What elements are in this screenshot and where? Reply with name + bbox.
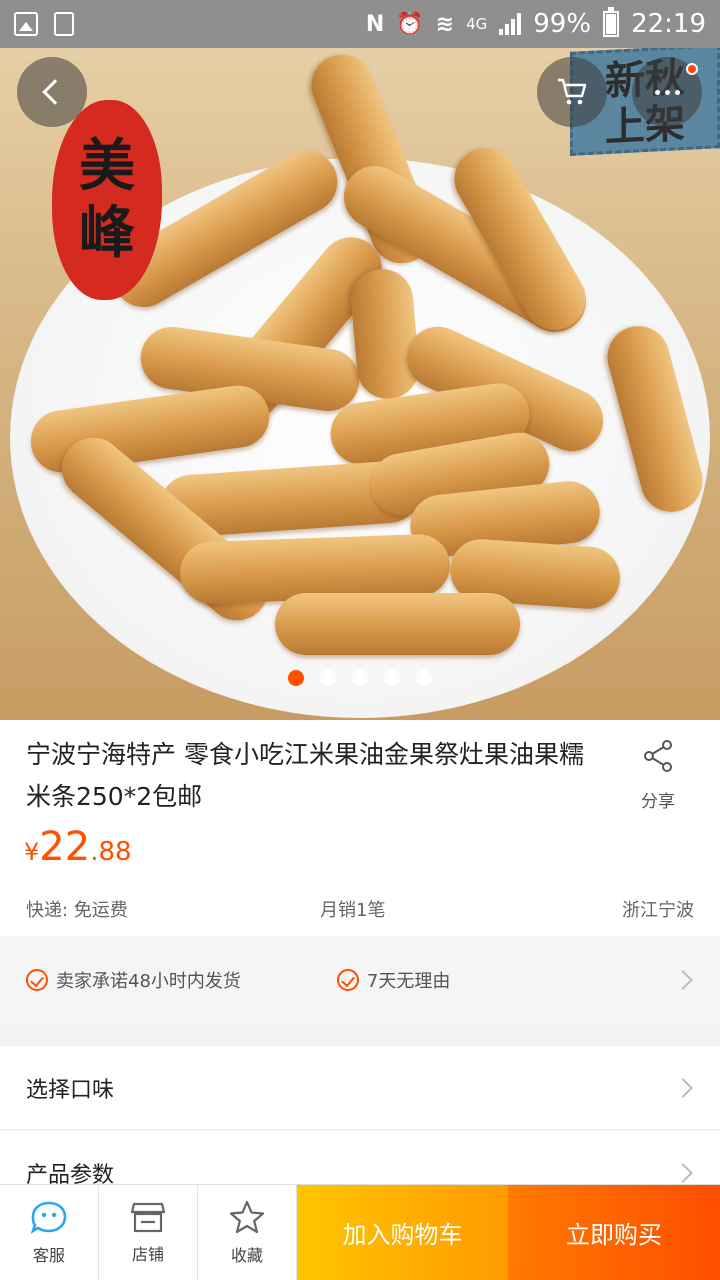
- select-flavor-label: 选择口味: [26, 1077, 115, 1103]
- guarantee-label: 7天无理由: [366, 971, 451, 992]
- customer-service-label: 客服: [32, 1245, 65, 1265]
- pager-dot[interactable]: [320, 670, 336, 686]
- service-guarantees[interactable]: 卖家承诺48小时内发货 7天无理由: [0, 936, 720, 1024]
- more-button[interactable]: [632, 57, 702, 127]
- product-info: 宁波宁海特产 零食小吃江米果油金果祭灶果油果糯米条250*2包邮 分享 ¥ 22…: [0, 720, 720, 936]
- chevron-right-icon: [673, 1163, 693, 1183]
- battery-level: 99%: [533, 9, 592, 39]
- add-to-cart-button[interactable]: 加入购物车: [297, 1185, 508, 1280]
- shop-icon: [130, 1202, 166, 1232]
- carousel-pager: [288, 670, 432, 686]
- product-image-carousel[interactable]: 美 峰 新秋 上架: [0, 48, 720, 720]
- recycle-notification-icon: [54, 12, 74, 36]
- price-decimal: .88: [90, 837, 132, 867]
- guarantee-item: 7天无理由: [336, 967, 451, 993]
- share-button[interactable]: 分享: [628, 738, 688, 812]
- customer-service-button[interactable]: 客服: [0, 1185, 99, 1280]
- chevron-right-icon: [673, 970, 693, 990]
- guarantee-label: 卖家承诺48小时内发货: [56, 971, 241, 992]
- gallery-notification-icon: [14, 12, 38, 36]
- price-integer: 22: [39, 824, 91, 870]
- product-title: 宁波宁海特产 零食小吃江米果油金果祭灶果油果糯米条250*2包邮: [26, 740, 584, 811]
- chevron-right-icon: [673, 1077, 693, 1098]
- shop-label: 店铺: [131, 1244, 164, 1264]
- pager-dot[interactable]: [384, 670, 400, 686]
- notification-dot: [686, 63, 698, 75]
- network-type: 4G: [466, 15, 488, 33]
- chevron-left-icon: [42, 79, 68, 105]
- back-button[interactable]: [17, 57, 87, 127]
- wifi-icon: ≋: [435, 11, 455, 37]
- pager-dot-active[interactable]: [288, 670, 304, 686]
- select-flavor-row[interactable]: 选择口味: [0, 1046, 720, 1130]
- customer-service-icon: [30, 1201, 67, 1234]
- product-price: ¥ 22 .88: [24, 824, 132, 870]
- shipping-info: 快递: 免运费: [26, 900, 128, 921]
- alarm-icon: ⏰: [396, 11, 424, 37]
- status-bar: N ⏰ ≋ 4G 99% 22:19: [0, 0, 720, 48]
- nfc-icon: N: [365, 11, 385, 37]
- monthly-sales: 月销1笔: [320, 900, 386, 921]
- buy-now-button[interactable]: 立即购买: [508, 1185, 720, 1280]
- clock: 22:19: [631, 9, 706, 39]
- signal-icon: [499, 13, 522, 35]
- share-label: 分享: [641, 792, 675, 812]
- favorite-label: 收藏: [230, 1245, 263, 1265]
- battery-icon: [603, 7, 620, 37]
- bottom-action-bar: 客服 店铺 收藏 加入购物车 立即购买: [0, 1184, 720, 1280]
- check-circle-icon: [336, 969, 359, 991]
- share-icon: [644, 740, 672, 772]
- check-circle-icon: [26, 969, 48, 991]
- cart-button[interactable]: [537, 57, 607, 127]
- price-currency: ¥: [24, 838, 40, 866]
- favorite-button[interactable]: 收藏: [198, 1185, 297, 1280]
- more-dots-icon: [654, 89, 680, 95]
- ship-from-location: 浙江宁波: [622, 900, 694, 921]
- cart-icon: [558, 78, 587, 105]
- pager-dot[interactable]: [352, 670, 368, 686]
- pager-dot[interactable]: [416, 670, 432, 686]
- guarantee-item: 卖家承诺48小时内发货: [26, 967, 241, 993]
- brand-seal-logo: 美 峰: [52, 100, 162, 300]
- shop-button[interactable]: 店铺: [99, 1185, 198, 1280]
- star-icon: [229, 1200, 265, 1233]
